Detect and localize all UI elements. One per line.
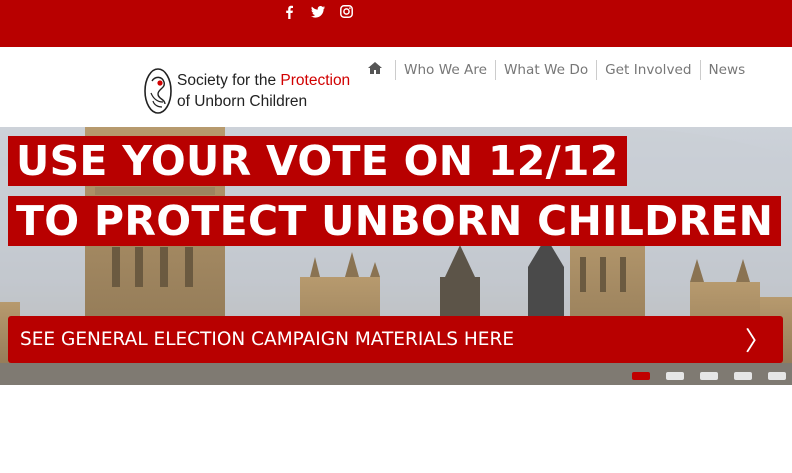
- hero-slider: USE YOUR VOTE ON 12/12 TO PROTECT UNBORN…: [0, 127, 792, 385]
- site-header: Society for the Protection of Unborn Chi…: [0, 47, 792, 127]
- spuc-logo-icon: [144, 68, 172, 114]
- campaign-materials-button[interactable]: SEE GENERAL ELECTION CAMPAIGN MATERIALS …: [8, 316, 783, 363]
- slider-dot-2[interactable]: [666, 372, 684, 380]
- nav-item-get-involved[interactable]: Get Involved: [597, 60, 701, 80]
- nav-item-news[interactable]: News: [701, 60, 754, 80]
- logo-line1-prefix: Society for the: [177, 72, 281, 89]
- nav-item-what-we-do[interactable]: What We Do: [496, 60, 598, 80]
- social-links: [280, 3, 355, 20]
- hero-headline-1: USE YOUR VOTE ON 12/12: [8, 136, 627, 186]
- twitter-icon[interactable]: [309, 3, 326, 20]
- slider-dot-3[interactable]: [700, 372, 718, 380]
- logo-wordmark: Society for the Protection of Unborn Chi…: [177, 70, 350, 112]
- top-bar: [0, 0, 792, 47]
- campaign-materials-label: SEE GENERAL ELECTION CAMPAIGN MATERIALS …: [20, 329, 515, 350]
- slider-dot-1[interactable]: [632, 372, 650, 380]
- logo-line1-highlight: Protection: [280, 72, 351, 89]
- nav-item-who-we-are[interactable]: Who We Are: [396, 60, 496, 80]
- nav-home[interactable]: [365, 60, 396, 80]
- main-nav: Who We Are What We Do Get Involved News: [365, 60, 753, 80]
- logo-line2: of Unborn Children: [177, 93, 308, 110]
- slider-pagination: [632, 372, 786, 380]
- slider-dot-4[interactable]: [734, 372, 752, 380]
- site-logo[interactable]: Society for the Protection of Unborn Chi…: [143, 67, 350, 115]
- hero-headline-2: TO PROTECT UNBORN CHILDREN: [8, 196, 782, 246]
- chevron-right-icon: 〉: [744, 327, 771, 357]
- instagram-icon[interactable]: [338, 3, 355, 20]
- facebook-icon[interactable]: [280, 3, 297, 20]
- home-icon: [368, 62, 382, 74]
- slider-dot-5[interactable]: [768, 372, 786, 380]
